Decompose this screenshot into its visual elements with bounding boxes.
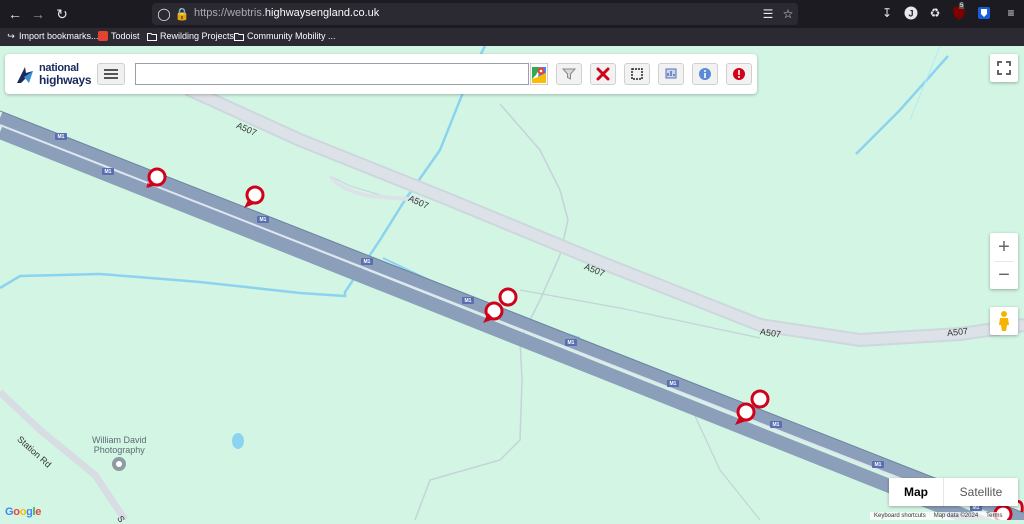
selection-box-icon <box>631 68 643 80</box>
menu-bar <box>104 73 118 75</box>
logo-text-line2: highways <box>39 73 92 87</box>
alert-button[interactable] <box>726 63 752 85</box>
m1-shield: M1 <box>55 133 67 140</box>
select-area-button[interactable] <box>624 63 650 85</box>
m1-shield: M1 <box>872 461 884 468</box>
bookmark-label: Todoist <box>111 31 140 41</box>
lock-icon[interactable]: 🔒 <box>174 6 190 22</box>
ublock-icon[interactable]: 5 <box>951 3 967 21</box>
bookmarks-bar: ↪ Import bookmarks... Todoist Rewilding … <box>0 28 1024 46</box>
extension-badge: 5 <box>959 3 965 9</box>
national-highways-logo[interactable]: national highways <box>15 62 95 87</box>
svg-text:J: J <box>908 9 913 19</box>
bookmark-label: Community Mobility ... <box>247 31 336 41</box>
import-icon: ↪ <box>7 30 15 41</box>
profile-icon[interactable]: J <box>903 5 919 21</box>
marker-icon <box>498 287 518 307</box>
map-layer <box>0 46 1024 520</box>
back-icon[interactable]: ← <box>5 4 25 24</box>
track-3 <box>909 46 941 121</box>
bookmark-todoist[interactable]: Todoist <box>98 31 140 41</box>
shield-icon[interactable]: ◯ <box>156 6 172 22</box>
a507-road <box>183 83 1024 348</box>
bitwarden-icon[interactable] <box>976 5 992 21</box>
folder-icon <box>147 31 157 41</box>
clear-button[interactable] <box>590 63 616 85</box>
stream-3 <box>855 55 949 155</box>
google-maps-icon[interactable] <box>529 62 549 86</box>
pegman-icon <box>999 311 1009 331</box>
logo-mark-icon <box>17 67 33 83</box>
poi-pin-icon <box>112 457 126 471</box>
m1-shield: M1 <box>462 297 474 304</box>
map-type-map-button[interactable]: Map <box>889 478 943 506</box>
bookmark-label: Rewilding Projects <box>160 31 235 41</box>
app-toolbar: national highways <box>5 54 757 94</box>
m1-shield: M1 <box>102 168 114 175</box>
zoom-out-button[interactable]: − <box>990 261 1018 289</box>
translate-icon[interactable]: ☰ <box>760 6 776 22</box>
m1-shield: M1 <box>667 380 679 387</box>
reload-icon[interactable]: ↻ <box>52 4 72 24</box>
url-prefix: https://webtris. <box>194 7 265 19</box>
hamburger-menu-button[interactable] <box>97 63 125 85</box>
info-button[interactable] <box>692 63 718 85</box>
info-icon <box>699 68 711 80</box>
fullscreen-icon <box>997 61 1011 75</box>
chart-icon <box>665 68 677 79</box>
street-view-button[interactable] <box>990 307 1018 335</box>
map-data-text: Map data ©2024 <box>933 513 979 519</box>
todoist-icon <box>98 31 108 41</box>
download-icon[interactable]: ↧ <box>879 5 895 21</box>
zoom-in-button[interactable]: + <box>990 233 1018 261</box>
m1-shield: M1 <box>565 339 577 346</box>
poi-name: William David <box>92 435 147 445</box>
m1-shield: M1 <box>257 216 269 223</box>
bookmark-import[interactable]: ↪ Import bookmarks... <box>6 30 99 42</box>
map-attribution: Keyboard shortcuts Map data ©2024 Terms <box>870 512 1007 520</box>
m1-shield: M1 <box>770 421 782 428</box>
report-button[interactable] <box>658 63 684 85</box>
station-road <box>0 389 128 520</box>
url-text[interactable]: https://webtris.highwaysengland.co.uk <box>194 7 379 19</box>
url-domain: highwaysengland.co.uk <box>264 7 380 19</box>
search-input[interactable] <box>135 63 529 85</box>
folder-icon <box>234 31 244 41</box>
app-menu-icon[interactable]: ≡ <box>1003 5 1019 21</box>
poi-label[interactable]: William David Photography <box>92 435 147 455</box>
browser-toolbar: ← → ↻ ◯ 🔒 https://webtris.highwaysenglan… <box>0 0 1024 28</box>
address-bar[interactable]: ◯ 🔒 https://webtris.highwaysengland.co.u… <box>152 3 798 25</box>
bookmark-community[interactable]: Community Mobility ... <box>234 31 336 41</box>
map-type-satellite-button[interactable]: Satellite <box>943 478 1018 506</box>
filter-button[interactable] <box>556 63 582 85</box>
bookmark-rewilding[interactable]: Rewilding Projects <box>147 31 234 41</box>
pond <box>232 433 244 449</box>
marker-icon <box>244 185 265 208</box>
bookmark-label: Import bookmarks... <box>19 31 99 41</box>
extensions-icon[interactable]: ♻ <box>927 5 943 21</box>
menu-bar <box>104 77 118 79</box>
terms-link[interactable]: Terms <box>986 513 1002 519</box>
poi-category: Photography <box>93 445 145 455</box>
menu-bar <box>104 69 118 71</box>
filter-icon <box>562 68 576 80</box>
map-type-control: Map Satellite <box>889 478 1018 506</box>
bookmark-star-icon[interactable]: ☆ <box>780 6 796 22</box>
google-logo[interactable]: Google <box>5 506 41 518</box>
alert-icon <box>733 68 745 80</box>
m1-shield: M1 <box>361 258 373 265</box>
forward-icon[interactable]: → <box>28 4 48 24</box>
m1-carriageway-south <box>0 125 994 520</box>
close-icon <box>596 67 610 81</box>
a507-road-inner <box>187 85 1024 346</box>
zoom-control: + − <box>990 233 1018 289</box>
marker-icon <box>750 389 770 409</box>
keyboard-shortcuts-link[interactable]: Keyboard shortcuts <box>874 513 926 519</box>
fullscreen-button[interactable] <box>990 54 1018 82</box>
map-canvas[interactable]: A507 A507 A507 A507 A507 Station Rd S M1… <box>0 46 1024 524</box>
